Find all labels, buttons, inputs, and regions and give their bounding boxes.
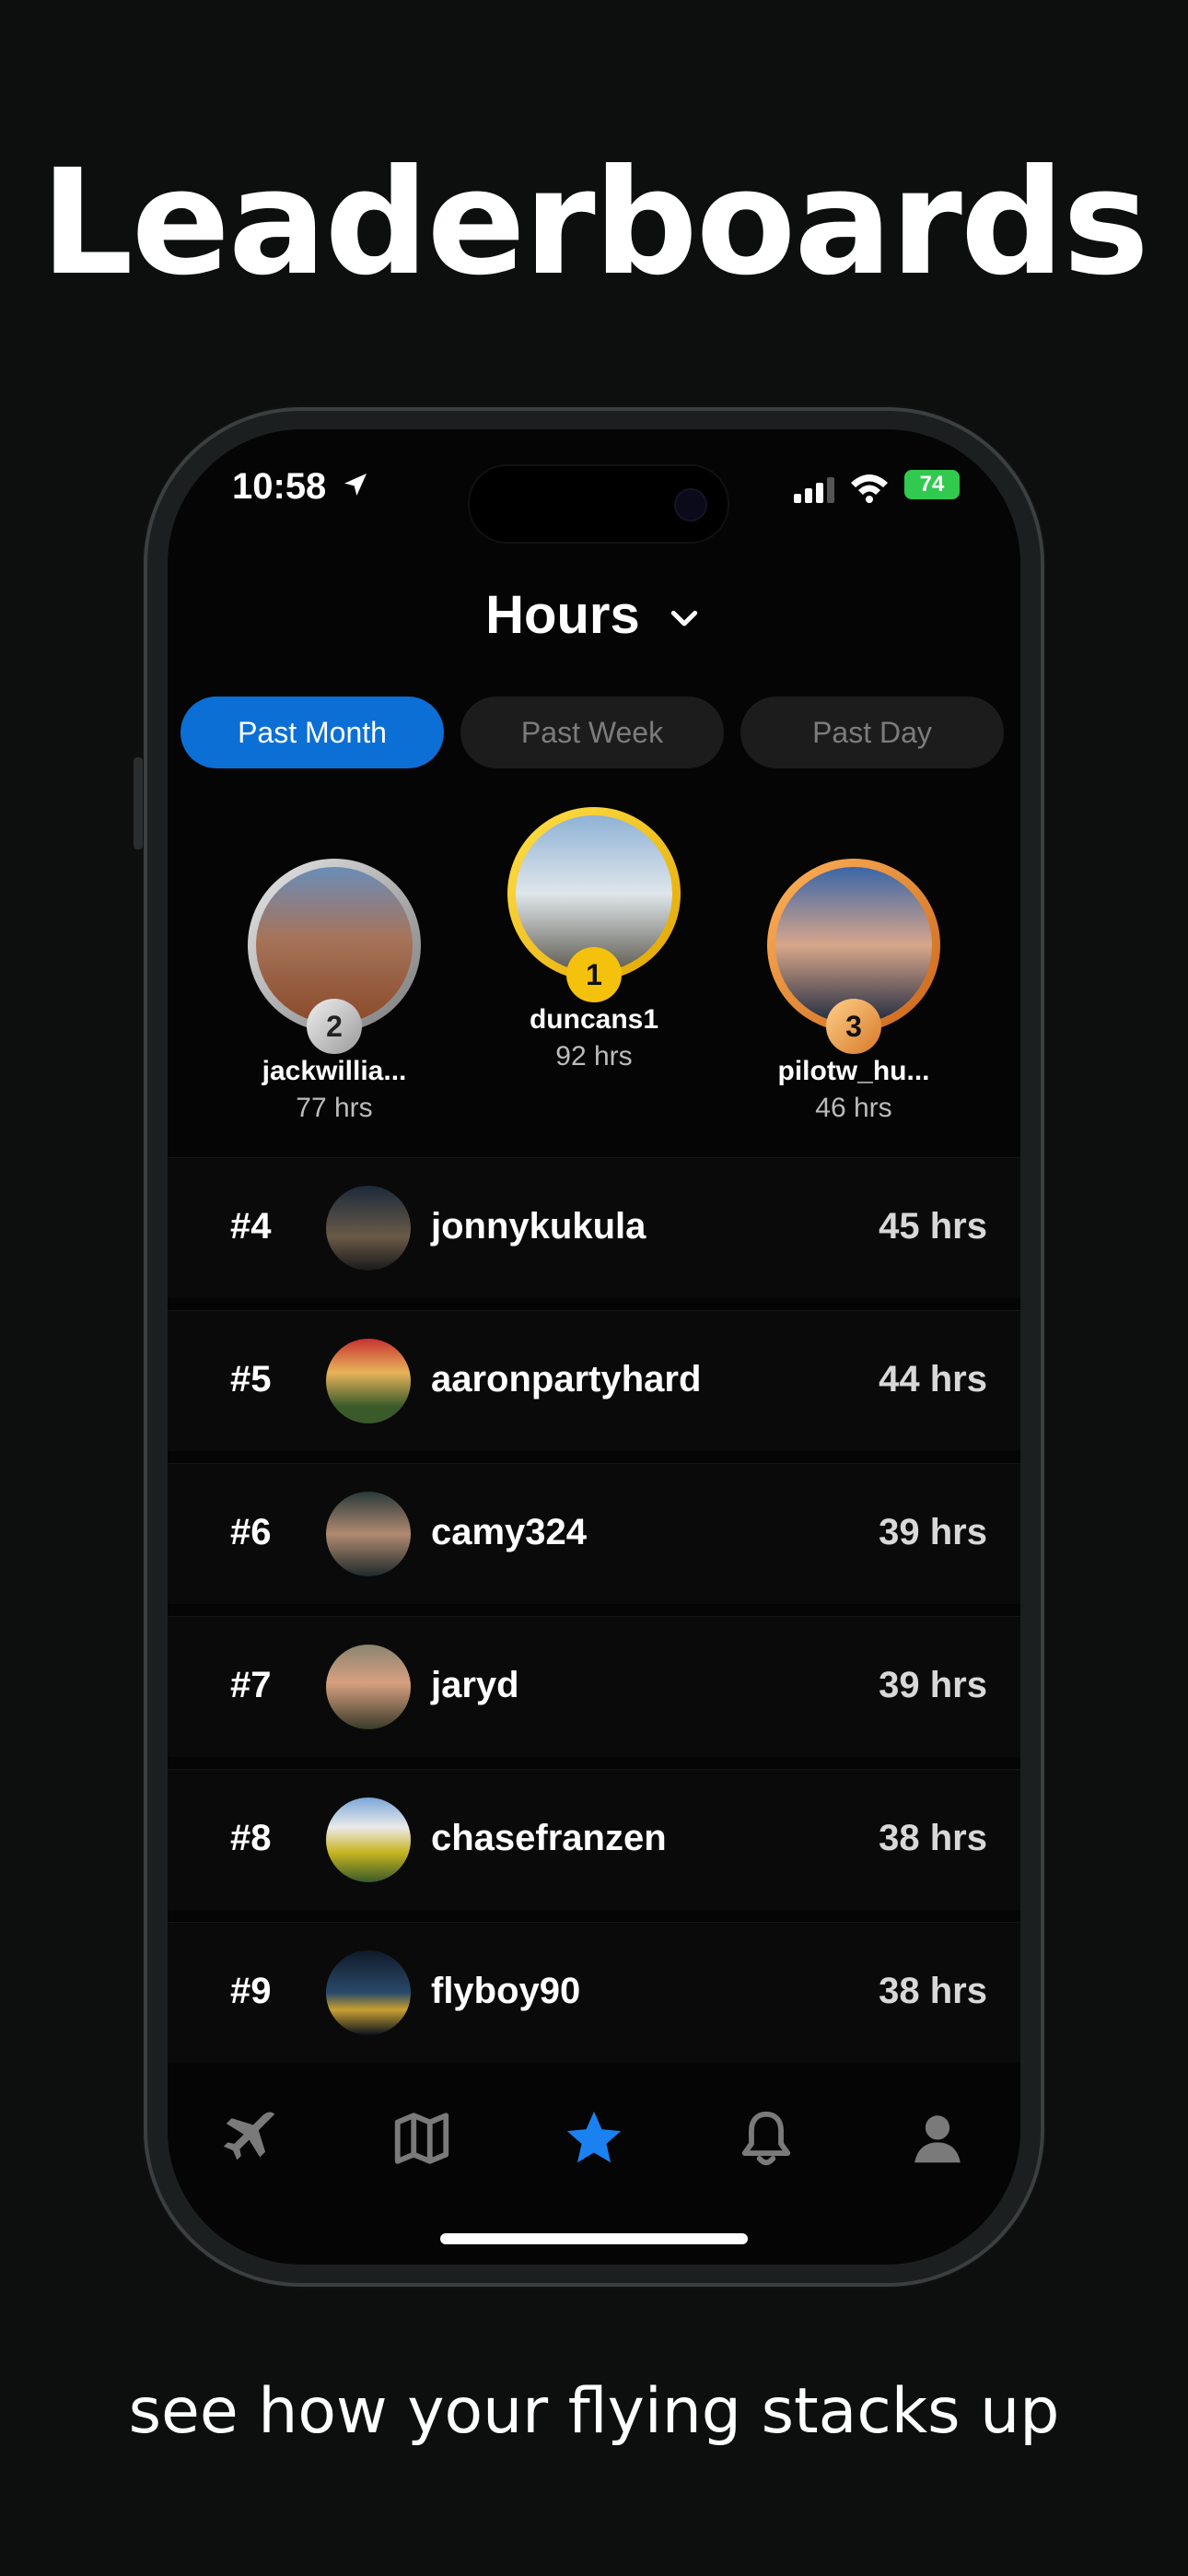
avatar: 1 [507,807,681,1002]
chevron-down-icon [670,610,698,626]
cellular-signal-icon [794,477,834,503]
headline: Leaderboards [41,138,1149,308]
rank-badge: 1 [566,947,622,1002]
avatar [326,1950,411,2035]
tab-bar [168,2078,1020,2189]
table-row[interactable]: #6 camy324 39 hrs [168,1463,1020,1604]
username: chasefranzen [431,1818,667,1858]
avatar: 3 [767,859,940,1054]
username: jaryd [431,1665,519,1705]
table-row[interactable]: #8 chasefranzen 38 hrs [168,1769,1020,1910]
tab-past-month[interactable]: Past Month [181,697,444,768]
username: jonnykukula [431,1206,646,1247]
rank-label: #6 [230,1512,272,1552]
location-arrow-icon [344,474,367,496]
phone-side-button [134,757,143,849]
avatar [326,1797,411,1882]
rank-label: #5 [230,1359,272,1399]
podium-name: pilotw_hu... [777,1056,930,1086]
table-row[interactable]: #7 jaryd 39 hrs [168,1616,1020,1757]
plane-icon[interactable] [214,2106,287,2171]
rank-badge: 2 [307,999,362,1054]
star-icon[interactable] [557,2106,631,2171]
tab-past-day[interactable]: Past Day [740,697,1004,768]
tab-past-week[interactable]: Past Week [460,697,724,768]
avatar [326,1492,411,1576]
hours-value: 44 hrs [879,1359,987,1399]
podium-name: duncans1 [529,1004,659,1035]
podium-hours: 46 hrs [815,1093,892,1123]
status-bar: 10:58 74 [168,429,1020,549]
rank-label: #7 [230,1665,272,1705]
hours-value: 39 hrs [879,1512,987,1552]
podium-hours: 77 hrs [296,1093,373,1123]
podium-name: jackwillia... [262,1056,407,1086]
app-screen: 10:58 74 Hours Past Month Past Week Past… [168,429,1020,2265]
profile-icon[interactable] [901,2106,974,2171]
username: aaronpartyhard [431,1359,702,1399]
hours-value: 38 hrs [879,1971,987,2011]
rank-label: #4 [230,1206,272,1247]
rank-label: #8 [230,1818,272,1858]
rank-label: #9 [230,1971,272,2011]
podium-hours: 92 hrs [555,1041,633,1071]
podium-third[interactable]: 3 pilotw_hu... 46 hrs [751,859,956,1124]
podium-second[interactable]: 2 jackwillia... 77 hrs [232,859,437,1124]
hours-value: 39 hrs [879,1665,987,1705]
hours-value: 38 hrs [879,1818,987,1858]
status-time: 10:58 [232,466,327,507]
metric-selector[interactable]: Hours [168,584,1020,646]
table-row[interactable]: #9 flyboy90 38 hrs [168,1922,1020,2063]
hours-value: 45 hrs [879,1206,987,1247]
leaderboard-list: #4 jonnykukula 45 hrs #5 aaronpartyhard … [168,1157,1020,2075]
avatar: 2 [248,859,421,1054]
page-title: Hours [485,585,640,645]
avatar [326,1645,411,1729]
avatar [326,1339,411,1423]
battery-indicator: 74 [904,470,960,499]
table-row[interactable]: #4 jonnykukula 45 hrs [168,1157,1020,1298]
table-row[interactable]: #5 aaronpartyhard 44 hrs [168,1310,1020,1451]
username: flyboy90 [431,1971,581,2011]
wifi-icon [851,474,888,503]
map-icon[interactable] [385,2106,459,2171]
username: camy324 [431,1512,588,1552]
home-indicator[interactable] [440,2233,748,2244]
tagline: see how your flying stacks up [128,2375,1060,2448]
avatar [326,1186,411,1270]
bell-icon[interactable] [729,2106,803,2171]
podium-first[interactable]: 1 duncans1 92 hrs [492,807,696,1072]
dynamic-island [468,464,729,544]
rank-badge: 3 [826,999,881,1054]
